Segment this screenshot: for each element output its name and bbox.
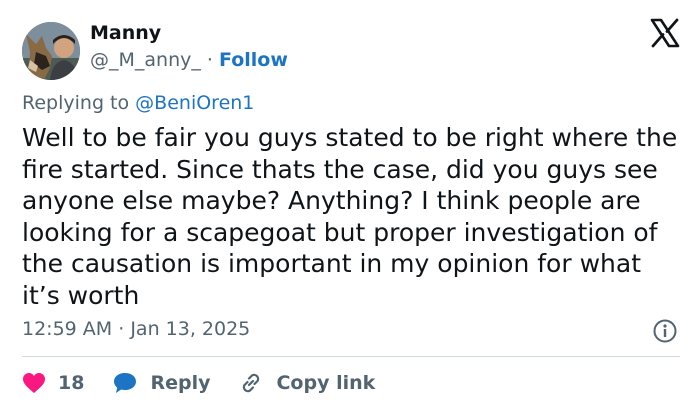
- x-logo-icon[interactable]: [650, 18, 680, 48]
- heart-icon: [23, 373, 45, 393]
- replying-prefix: Replying to: [22, 92, 130, 114]
- handle-separator: ·: [206, 49, 213, 71]
- timestamp[interactable]: 12:59 AM · Jan 13, 2025: [22, 318, 250, 340]
- replying-to-link[interactable]: @BeniOren1: [135, 92, 254, 114]
- like-button[interactable]: 18: [22, 372, 84, 394]
- like-count: 18: [58, 372, 85, 394]
- copy-link-label: Copy link: [276, 372, 376, 394]
- divider: [22, 356, 680, 357]
- reply-button[interactable]: Reply: [112, 371, 210, 395]
- replying-to: Replying to @BeniOren1: [22, 92, 254, 114]
- avatar[interactable]: [22, 22, 80, 80]
- handle-row: @_M_anny_ · Follow: [90, 49, 288, 71]
- avatar-photo: [22, 22, 80, 80]
- tweet-text: Well to be fair you guys stated to be ri…: [22, 123, 678, 310]
- action-bar: 18 Reply Copy link: [22, 368, 403, 398]
- link-icon: [243, 373, 260, 393]
- copy-link-button[interactable]: Copy link: [238, 370, 375, 396]
- speech-bubble-icon: [114, 373, 137, 393]
- follow-button[interactable]: Follow: [219, 49, 288, 71]
- display-name[interactable]: Manny: [90, 22, 161, 44]
- date-separator: ·: [118, 318, 125, 340]
- info-icon[interactable]: [652, 318, 678, 344]
- reply-label: Reply: [150, 372, 211, 394]
- user-handle[interactable]: @_M_anny_: [90, 49, 201, 71]
- tweet-date: Jan 13, 2025: [130, 318, 251, 340]
- tweet-time: 12:59 AM: [22, 318, 113, 340]
